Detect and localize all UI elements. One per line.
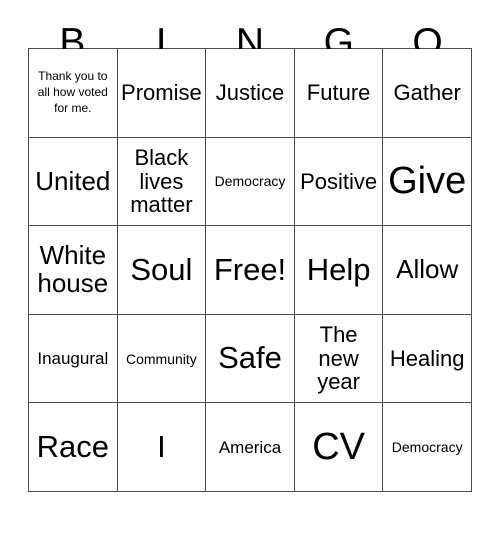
bingo-header-letter-i: I (155, 21, 167, 64)
bingo-cell-label: Black lives matter (130, 144, 193, 218)
bingo-cell[interactable]: Positive (294, 137, 384, 227)
bingo-cell[interactable]: White house (29, 226, 118, 315)
bingo-cell[interactable]: Democracy (206, 137, 295, 227)
bingo-cell[interactable]: Gather (383, 49, 472, 138)
bingo-cell-label: Justice (215, 79, 285, 105)
bingo-header-letter-o: O (412, 21, 443, 64)
bingo-cell[interactable]: Community (117, 314, 207, 404)
bingo-cell[interactable]: Help (294, 226, 384, 315)
bingo-cell-label: I (157, 429, 166, 465)
bingo-cell-label: United (35, 165, 111, 196)
bingo-cell[interactable]: Free! (206, 226, 295, 315)
bingo-cell-label: Future (306, 79, 371, 105)
bingo-cell[interactable]: United (29, 137, 118, 227)
bingo-cell-label: CV (312, 425, 365, 468)
bingo-cell-label: Promise (121, 79, 202, 105)
bingo-cell[interactable]: Inaugural (29, 314, 118, 404)
bingo-cell-label: Allow (396, 254, 459, 285)
bingo-cell[interactable]: Race (29, 403, 118, 492)
bingo-cell[interactable]: Allow (383, 226, 472, 315)
bingo-cell-label: Inaugural (37, 349, 109, 369)
bingo-cell-label: Democracy (391, 439, 463, 456)
bingo-cell-label: Help (306, 251, 371, 287)
bingo-cell[interactable]: CV (294, 403, 384, 492)
bingo-cell[interactable]: Thank you to all how voted for me. (29, 49, 118, 138)
bingo-cell[interactable]: Safe (206, 314, 295, 404)
bingo-cell[interactable]: Justice (206, 49, 295, 138)
bingo-header-letter-b: B (59, 21, 86, 64)
bingo-cell-label: Gather (393, 79, 461, 105)
bingo-cell-label: The new year (317, 321, 360, 395)
bingo-cell-label: Positive (300, 168, 378, 194)
bingo-cell[interactable]: Democracy (383, 403, 472, 492)
bingo-cell-label: America (218, 437, 282, 457)
bingo-cell-label: Soul (130, 251, 193, 287)
bingo-header: B I N G O (28, 0, 472, 64)
bingo-cell[interactable]: America (206, 403, 295, 492)
bingo-cell[interactable]: Soul (117, 226, 207, 315)
bingo-header-letter-n: N (235, 21, 265, 64)
bingo-cell-label: Healing (389, 345, 465, 371)
bingo-card: B I N G O Thank you to all how voted for… (0, 0, 500, 544)
bingo-cell-label: Thank you to all how voted for me. (37, 69, 108, 115)
bingo-header-letter-g: G (323, 21, 354, 64)
bingo-cell-label: White house (37, 240, 109, 298)
bingo-cell[interactable]: Healing (383, 314, 472, 404)
bingo-cell[interactable]: Future (294, 49, 384, 138)
bingo-cell-label: Race (36, 429, 109, 465)
bingo-cell[interactable]: Give (383, 137, 472, 227)
bingo-cell[interactable]: Black lives matter (117, 137, 207, 227)
bingo-cell-label: Free! (213, 251, 287, 287)
bingo-cell[interactable]: Promise (117, 49, 207, 138)
bingo-cell-label: Give (388, 160, 467, 203)
bingo-cell-label: Community (125, 350, 197, 367)
bingo-cell[interactable]: The new year (294, 314, 384, 404)
bingo-cell-label: Democracy (214, 173, 286, 190)
bingo-cell-label: Safe (218, 340, 282, 376)
bingo-grid: Thank you to all how voted for me. Promis… (28, 48, 472, 492)
bingo-cell[interactable]: I (117, 403, 207, 492)
